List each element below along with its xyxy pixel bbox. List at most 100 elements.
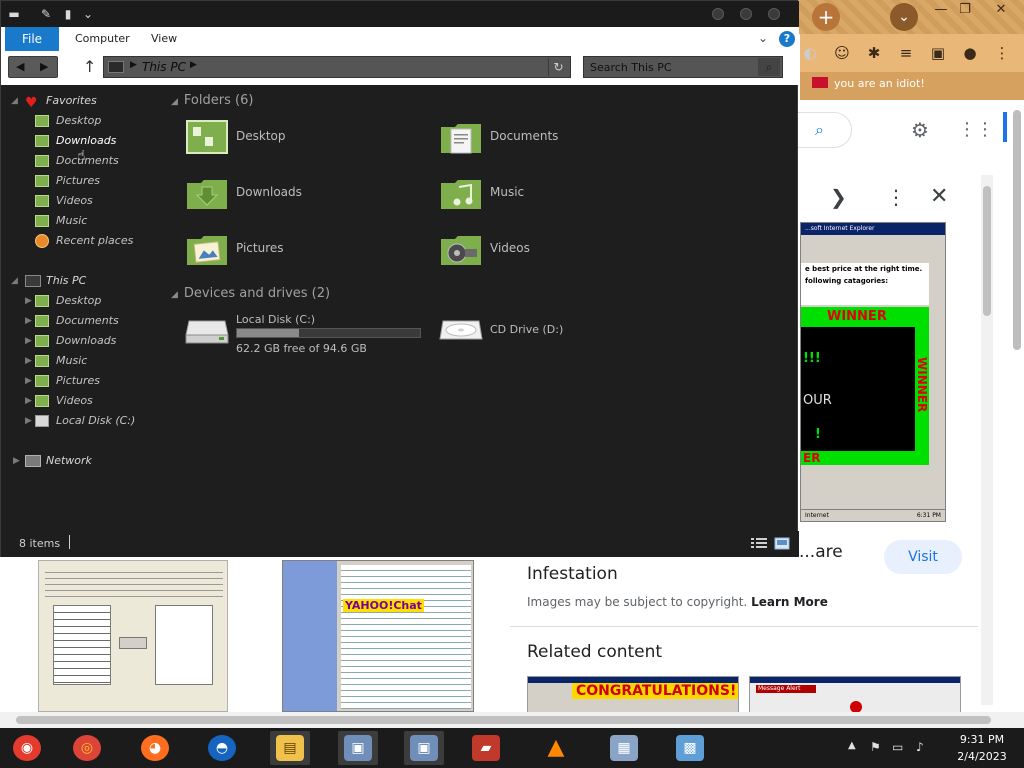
local-disk-c-drive[interactable]: Local Disk (C:) 62.2 GB free of 94.6 GB	[171, 311, 421, 361]
nav-favorite-item[interactable]: Music	[1, 211, 149, 231]
search-icon[interactable]: ⌕	[815, 120, 824, 140]
side-panel-icon[interactable]: ▣	[928, 43, 948, 63]
folder-desktop[interactable]: Desktop	[171, 117, 411, 163]
new-folder-quick-icon[interactable]: ▮	[61, 7, 75, 21]
nav-favorite-item[interactable]: Downloads	[1, 131, 149, 151]
nav-network[interactable]: ▶ Network	[1, 451, 149, 471]
expanded-arrow-icon[interactable]: ◢	[11, 271, 18, 291]
horizontal-scrollbar-thumb[interactable]	[16, 716, 991, 724]
more-options-icon[interactable]: ⋮	[886, 185, 906, 209]
folder-music[interactable]: Music	[425, 173, 665, 219]
folder-downloads[interactable]: Downloads	[171, 173, 411, 219]
visit-button[interactable]: Visit	[884, 540, 962, 574]
translate-icon[interactable]: ◐	[800, 43, 820, 63]
nav-favorite-item[interactable]: Pictures	[1, 171, 149, 191]
ribbon-view-tab[interactable]: View	[151, 32, 177, 45]
profile-avatar-icon[interactable]: ☺	[832, 43, 852, 63]
related-thumbnail-message-alert[interactable]: Message Alert	[749, 676, 961, 716]
address-bar[interactable]: ▶ This PC ▶ ↻	[103, 56, 571, 78]
explorer-maximize-button[interactable]	[740, 8, 752, 20]
new-tab-button[interactable]: +	[812, 3, 840, 31]
ribbon-computer-tab[interactable]: Computer	[75, 32, 130, 45]
nav-favorite-item[interactable]: Documents	[1, 151, 149, 171]
help-icon[interactable]: ?	[779, 31, 795, 47]
nav-this-pc[interactable]: ◢ This PC	[1, 271, 149, 291]
breadcrumb-separator-icon[interactable]: ▶	[130, 60, 137, 70]
action-center-flag-icon[interactable]: ⚑	[870, 740, 881, 754]
gear-icon[interactable]: ⚙	[908, 118, 932, 142]
nav-this-pc-item[interactable]: ▶ Documents	[1, 311, 149, 331]
devices-section-header[interactable]: ◢ Devices and drives (2)	[171, 284, 330, 304]
folder-documents[interactable]: Documents	[425, 117, 665, 163]
collapsed-arrow-icon[interactable]: ▶	[25, 351, 32, 371]
page-scrollbar-thumb[interactable]	[1013, 110, 1021, 350]
collapsed-arrow-icon[interactable]: ▶	[25, 371, 32, 391]
result-thumbnail-yahoo-chat[interactable]: YAHOO!Chat	[282, 560, 474, 712]
ribbon-file-tab[interactable]: File	[5, 27, 59, 51]
nav-favorite-item[interactable]: Recent places	[1, 231, 149, 251]
cd-drive-d[interactable]: CD Drive (D:)	[425, 311, 675, 361]
collapsed-arrow-icon[interactable]: ▶	[25, 331, 32, 351]
collapsed-arrow-icon[interactable]: ▶	[25, 291, 32, 311]
next-image-icon[interactable]: ❯	[830, 185, 847, 209]
obama-campaign-icon[interactable]: ◓	[208, 735, 236, 761]
image-viewer-icon[interactable]: ▩	[676, 735, 704, 761]
related-thumbnail-congrats[interactable]: CONGRATULATIONS!	[527, 676, 739, 716]
nav-this-pc-item[interactable]: ▶ Local Disk (C:)	[1, 411, 149, 431]
folder-videos[interactable]: Videos	[425, 229, 665, 275]
explorer-app-icon[interactable]: ▬	[7, 7, 21, 21]
forward-arrow-icon[interactable]: ▶	[40, 60, 48, 73]
folders-section-header[interactable]: ◢ Folders (6)	[171, 91, 253, 111]
nav-favorite-item[interactable]: Desktop	[1, 111, 149, 131]
firefox-icon[interactable]: ◕	[141, 735, 169, 761]
collapsed-arrow-icon[interactable]: ▶	[25, 311, 32, 331]
collapsed-arrow-icon[interactable]: ▶	[25, 391, 32, 411]
reading-list-icon[interactable]: ≡	[896, 43, 916, 63]
quick-access-chevron-icon[interactable]: ⌄	[81, 7, 95, 21]
nav-this-pc-item[interactable]: ▶ Videos	[1, 391, 149, 411]
large-icons-view-icon[interactable]	[774, 537, 790, 550]
details-view-icon[interactable]	[751, 537, 767, 550]
tray-expand-icon[interactable]: ▲	[848, 740, 856, 751]
tab-search-chevron-icon[interactable]: ⌄	[890, 3, 918, 31]
explorer-title-bar[interactable]	[1, 1, 799, 27]
nav-this-pc-item[interactable]: ▶ Downloads	[1, 331, 149, 351]
vlc-cone-icon[interactable]: ▲	[542, 735, 570, 761]
start-orb-icon[interactable]: ◉	[13, 735, 41, 761]
breadcrumb-chevron-icon[interactable]: ▶	[190, 60, 197, 70]
browser-close-icon[interactable]: ✕	[990, 2, 1012, 18]
folder-pictures[interactable]: Pictures	[171, 229, 411, 275]
breadcrumb-this-pc[interactable]: This PC	[142, 60, 186, 74]
learn-more-link[interactable]: Learn More	[751, 595, 828, 609]
chrome-icon[interactable]: ◎	[73, 735, 101, 761]
expand-ribbon-chevron-icon[interactable]: ⌄	[758, 31, 768, 45]
collapsed-arrow-icon[interactable]: ▶	[13, 451, 20, 471]
close-viewer-icon[interactable]: ✕	[930, 184, 948, 209]
browser-minimize-icon[interactable]: —	[930, 2, 952, 18]
nav-favorites[interactable]: ◢ ♥ Favorites	[1, 91, 149, 111]
browser-menu-icon[interactable]: ⋮	[992, 43, 1012, 63]
refresh-icon[interactable]: ↻	[548, 58, 568, 76]
viewer-scrollbar-thumb[interactable]	[983, 186, 991, 316]
up-arrow-icon[interactable]: ↑	[83, 57, 96, 76]
expanded-arrow-icon[interactable]: ◢	[11, 91, 18, 111]
nav-this-pc-item[interactable]: ▶ Pictures	[1, 371, 149, 391]
media-app-icon[interactable]: ▰	[472, 735, 500, 761]
extensions-puzzle-icon[interactable]: ✱	[864, 43, 884, 63]
search-this-pc-box[interactable]: ⌕	[583, 56, 783, 78]
result-thumbnail-dialog[interactable]	[38, 560, 228, 712]
nav-favorite-item[interactable]: Videos	[1, 191, 149, 211]
clock-date[interactable]: 2/4/2023	[952, 750, 1012, 763]
search-icon[interactable]: ⌕	[758, 58, 780, 76]
explorer-minimize-button[interactable]	[712, 8, 724, 20]
google-apps-icon[interactable]: ⋮⋮	[958, 118, 994, 142]
browser-maximize-icon[interactable]: ❐	[954, 2, 976, 18]
clock-time[interactable]: 9:31 PM	[952, 733, 1012, 746]
explorer-close-button[interactable]	[768, 8, 780, 20]
properties-quick-icon[interactable]: ✎	[39, 7, 53, 21]
collapsed-arrow-icon[interactable]: ▶	[25, 411, 32, 431]
nav-this-pc-item[interactable]: ▶ Desktop	[1, 291, 149, 311]
bookmark-you-are-an-idiot[interactable]: you are an idiot!	[812, 77, 925, 90]
search-input[interactable]	[590, 60, 750, 75]
network-tray-icon[interactable]: ▭	[892, 740, 903, 754]
